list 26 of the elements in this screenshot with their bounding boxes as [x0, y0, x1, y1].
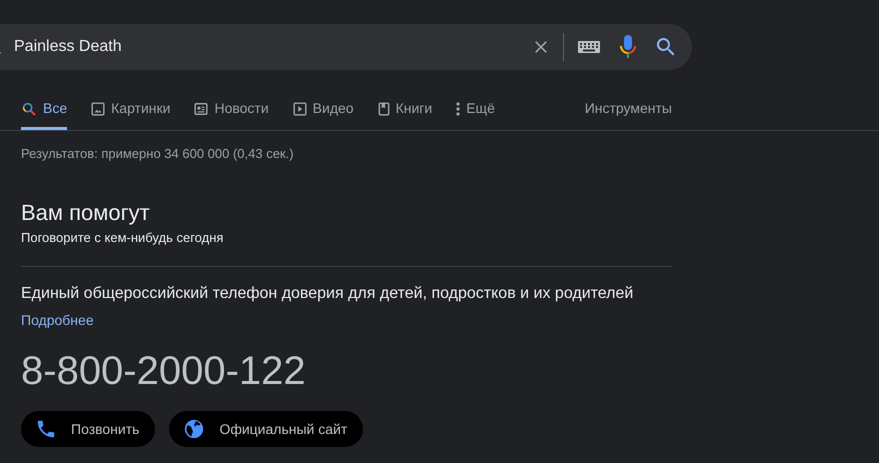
website-button[interactable]: Официальный сайт — [169, 411, 364, 448]
panel-description: Единый общероссийский телефон доверия для детей, подростков и их родителей — [21, 284, 634, 304]
play-icon — [292, 102, 307, 116]
search-tab[interactable]: Видео — [292, 94, 354, 130]
search-tab[interactable]: Все — [21, 94, 68, 130]
newspaper-icon — [194, 102, 208, 116]
tools-tab[interactable]: Инструменты — [584, 94, 672, 130]
search-tab[interactable]: Картинки — [91, 94, 170, 130]
more-link[interactable]: Подробнее — [21, 310, 94, 332]
more-icon — [456, 102, 460, 116]
call-button[interactable]: Позвонить — [21, 411, 156, 448]
globe-icon — [183, 418, 206, 440]
search-tab[interactable]: Ещё — [456, 94, 495, 130]
search-tab[interactable]: Новости — [194, 94, 269, 130]
search-bar[interactable]: Painless Death — [0, 24, 692, 70]
panel-subtitle: Поговорите с кем-нибудь сегодня — [21, 228, 224, 247]
image-icon — [91, 102, 106, 116]
book-icon — [378, 102, 390, 116]
keyboard-button[interactable] — [578, 41, 600, 53]
search-icon — [21, 100, 37, 116]
result-stats: Результатов: примерно 34 600 000 (0,43 сек.) — [21, 145, 295, 163]
search-tab[interactable]: Книги — [378, 94, 432, 130]
phone-number: 8-800-2000-122 — [21, 349, 307, 394]
microphone-button[interactable] — [620, 35, 636, 59]
search-input[interactable]: Painless Death — [14, 35, 531, 59]
panel-title: Вам помогут — [21, 200, 151, 226]
